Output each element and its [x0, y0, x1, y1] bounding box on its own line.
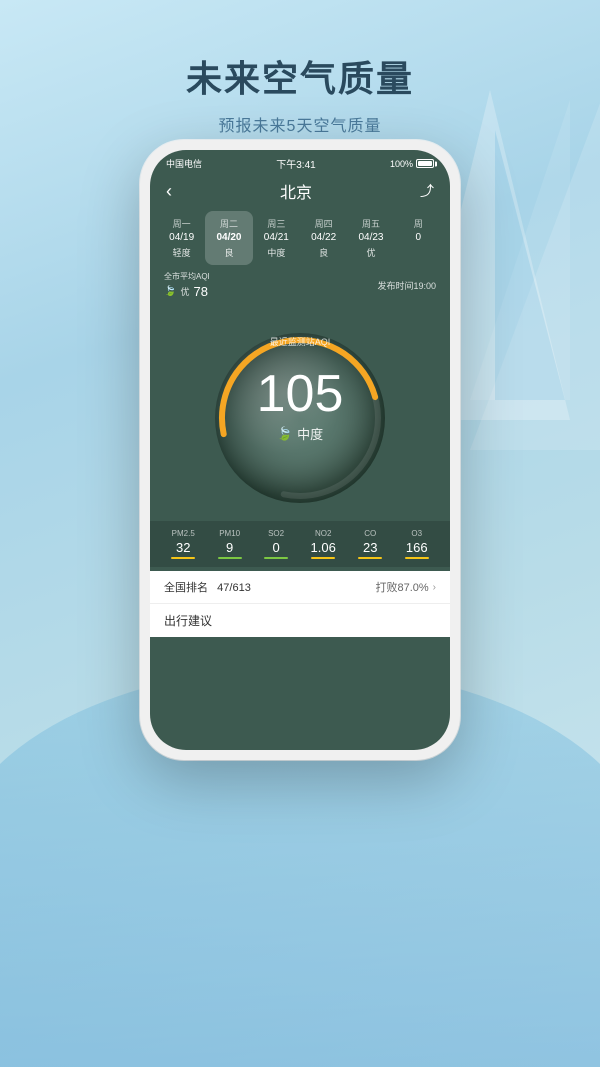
pollutant-so2: SO2 0 — [264, 529, 288, 559]
day-name-mon: 周一 — [162, 217, 201, 230]
day-name-fri: 周五 — [351, 217, 390, 230]
carrier-text: 中国电信 — [166, 157, 202, 170]
day-date-mon: 04/19 — [162, 232, 201, 243]
o3-value: 166 — [405, 540, 429, 555]
pollutant-o3: O3 166 — [405, 529, 429, 559]
ranking-chevron: › — [433, 582, 436, 593]
phone-screen: 中国电信 下午3:41 100% ‹ 北京 ⤴ 周一 04/19 轻度 — [150, 150, 450, 750]
day-tabs: 周一 04/19 轻度 周二 04/20 良 周三 04/21 中度 周四 04… — [150, 211, 450, 265]
day-tab-extra[interactable]: 周 0 — [395, 211, 442, 265]
so2-bar — [264, 557, 288, 559]
time-text: 下午3:41 — [276, 156, 315, 171]
travel-bar: 出行建议 — [150, 603, 450, 637]
nav-bar: ‹ 北京 ⤴ — [150, 175, 450, 211]
phone-outer: 中国电信 下午3:41 100% ‹ 北京 ⤴ 周一 04/19 轻度 — [140, 140, 460, 760]
day-name-thu: 周四 — [304, 217, 343, 230]
pm10-value: 9 — [218, 540, 242, 555]
ranking-right: 打败87.0% › — [375, 579, 436, 595]
aqi-label: 全市平均AQI — [164, 271, 210, 282]
o3-label: O3 — [405, 529, 429, 538]
pm25-label: PM2.5 — [171, 529, 195, 538]
battery-icon — [416, 159, 434, 168]
so2-value: 0 — [264, 540, 288, 555]
co-bar — [358, 557, 382, 559]
gauge-section: 最近监测站AQI 105 🍃 中度 — [150, 305, 450, 517]
battery-percent: 100% — [390, 159, 413, 169]
pollutant-no2: NO2 1.06 — [311, 529, 336, 559]
day-name-wed: 周三 — [257, 217, 296, 230]
day-tab-friday[interactable]: 周五 04/23 优 — [347, 211, 394, 265]
gauge-quality-text: 中度 — [297, 424, 323, 443]
aqi-left: 全市平均AQI 🍃 优 78 — [164, 271, 210, 299]
day-date-ext: 0 — [399, 232, 438, 243]
co-label: CO — [358, 529, 382, 538]
pollutant-co: CO 23 — [358, 529, 382, 559]
co-value: 23 — [358, 540, 382, 555]
aqi-number: 78 — [193, 284, 207, 299]
aqi-quality-text: 优 — [180, 285, 189, 298]
pollutants-bar: PM2.5 32 PM10 9 SO2 0 NO2 1.06 — [150, 521, 450, 567]
city-title: 北京 — [280, 179, 312, 203]
battery-area: 100% — [390, 159, 434, 169]
day-tab-monday[interactable]: 周一 04/19 轻度 — [158, 211, 205, 265]
ranking-bar[interactable]: 全国排名 47/613 打败87.0% › — [150, 571, 450, 603]
o3-bar — [405, 557, 429, 559]
so2-label: SO2 — [264, 529, 288, 538]
title-section: 未来空气质量 预报未来5天空气质量 — [0, 0, 600, 136]
day-tab-wednesday[interactable]: 周三 04/21 中度 — [253, 211, 300, 265]
leaf-icon-aqi: 🍃 — [164, 286, 176, 297]
day-quality-wed: 中度 — [257, 246, 296, 259]
main-title: 未来空气质量 — [0, 50, 600, 102]
travel-title: 出行建议 — [164, 612, 436, 629]
publish-time: 发布时间19:00 — [377, 279, 436, 292]
day-quality-mon: 轻度 — [162, 246, 201, 259]
no2-label: NO2 — [311, 529, 336, 538]
no2-value: 1.06 — [311, 540, 336, 555]
ranking-label: 全国排名 — [164, 582, 208, 594]
day-quality-tue: 良 — [209, 246, 248, 259]
back-button[interactable]: ‹ — [166, 181, 172, 202]
day-date-fri: 04/23 — [351, 232, 390, 243]
day-tab-tuesday[interactable]: 周二 04/20 良 — [205, 211, 252, 265]
gauge-value-area: 105 🍃 中度 — [257, 368, 344, 443]
gauge-quality: 🍃 中度 — [257, 424, 344, 443]
phone-wrapper: 中国电信 下午3:41 100% ‹ 北京 ⤴ 周一 04/19 轻度 — [140, 140, 460, 760]
day-date-wed: 04/21 — [257, 232, 296, 243]
sub-title: 预报未来5天空气质量 — [0, 112, 600, 136]
leaf-icon-gauge: 🍃 — [277, 426, 293, 442]
ranking-value: 47/613 — [217, 582, 251, 594]
pollutant-pm10: PM10 9 — [218, 529, 242, 559]
day-tab-thursday[interactable]: 周四 04/22 良 — [300, 211, 347, 265]
day-name-ext: 周 — [399, 217, 438, 230]
gauge-label: 最近监测站AQI — [270, 335, 331, 348]
gauge-number: 105 — [257, 368, 344, 420]
share-button[interactable]: ⤴ — [420, 181, 434, 201]
day-quality-fri: 优 — [351, 246, 390, 259]
pollutant-pm25: PM2.5 32 — [171, 529, 195, 559]
day-date-thu: 04/22 — [304, 232, 343, 243]
gauge-container: 最近监测站AQI 105 🍃 中度 — [200, 313, 400, 513]
no2-bar — [311, 557, 335, 559]
aqi-value-row: 🍃 优 78 — [164, 284, 210, 299]
defeat-text: 打败87.0% — [375, 579, 428, 595]
ranking-left: 全国排名 47/613 — [164, 579, 251, 595]
aqi-info-bar: 全市平均AQI 🍃 优 78 发布时间19:00 — [150, 265, 450, 305]
pm10-bar — [218, 557, 242, 559]
pm10-label: PM10 — [218, 529, 242, 538]
day-name-tue: 周二 — [209, 217, 248, 230]
day-quality-thu: 良 — [304, 246, 343, 259]
bg-triangle-2 — [470, 100, 570, 400]
pm25-bar — [171, 557, 195, 559]
status-bar: 中国电信 下午3:41 100% — [150, 150, 450, 175]
day-date-tue: 04/20 — [209, 232, 248, 243]
pm25-value: 32 — [171, 540, 195, 555]
